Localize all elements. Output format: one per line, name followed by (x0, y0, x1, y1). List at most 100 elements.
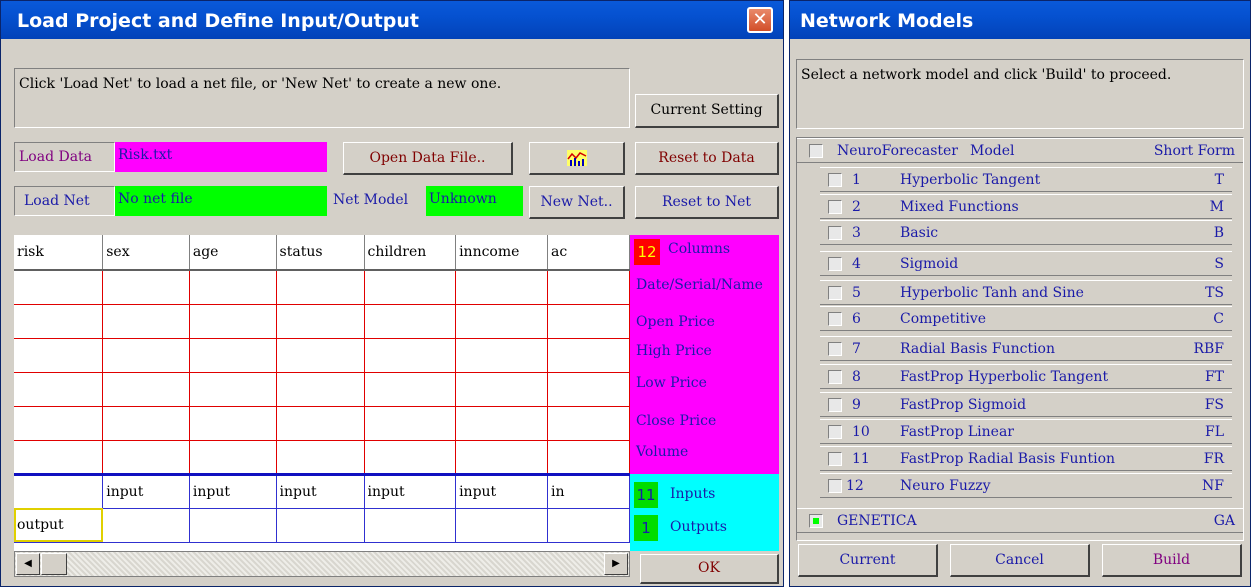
scroll-thumb[interactable] (41, 553, 67, 575)
model-checkbox[interactable] (828, 370, 842, 384)
model-item-11[interactable]: 11 FastProp Radial Basis Funtion FR (820, 446, 1232, 471)
reset-to-data-button[interactable]: Reset to Data (635, 142, 779, 175)
grid-cell[interactable] (364, 440, 457, 475)
model-checkbox[interactable] (828, 173, 842, 187)
io-cell[interactable] (189, 508, 277, 543)
grid-cell[interactable] (276, 440, 365, 475)
title-bar[interactable]: Network Models (790, 1, 1250, 39)
grid-cell[interactable] (364, 406, 457, 441)
grid-cell[interactable] (189, 304, 277, 339)
model-item-12[interactable]: 12 Neuro Fuzzy NF (820, 473, 1232, 498)
model-item-4[interactable]: 4 Sigmoid S (820, 251, 1232, 276)
grid-cell[interactable] (189, 372, 277, 407)
field-label-close[interactable]: Close Price (636, 413, 716, 429)
io-cell[interactable]: input (102, 472, 190, 509)
model-header-row[interactable]: NeuroForecaster Model Short Form (797, 138, 1243, 163)
horizontal-scrollbar[interactable]: ◀ ▶ (14, 551, 630, 577)
grid-cell[interactable] (102, 270, 190, 305)
model-checkbox[interactable] (828, 257, 842, 271)
data-grid[interactable]: risk sex age status children inncome ac … (14, 235, 630, 551)
model-checkbox[interactable] (828, 452, 842, 466)
field-label-open[interactable]: Open Price (636, 314, 715, 330)
grid-cell[interactable] (364, 304, 457, 339)
column-header[interactable]: risk (14, 235, 104, 271)
ok-button[interactable]: OK (640, 554, 779, 584)
grid-cell[interactable] (14, 406, 104, 441)
grid-cell[interactable] (276, 304, 365, 339)
io-cell[interactable]: in (547, 472, 630, 509)
column-header[interactable]: age (189, 235, 277, 271)
model-item-10[interactable]: 10 FastProp Linear FL (820, 419, 1232, 444)
reset-to-net-button[interactable]: Reset to Net (635, 186, 779, 219)
model-checkbox[interactable] (828, 286, 842, 300)
load-net-button[interactable]: Load Net (14, 186, 115, 216)
field-label-low[interactable]: Low Price (636, 375, 707, 391)
io-cell[interactable] (102, 508, 190, 543)
grid-cell[interactable] (455, 338, 548, 373)
io-cell[interactable]: input (364, 472, 457, 509)
column-header[interactable]: inncome (455, 235, 548, 271)
chart-button[interactable] (529, 142, 625, 175)
io-cell[interactable]: output (14, 508, 104, 543)
scroll-right-icon[interactable]: ▶ (604, 553, 628, 575)
grid-cell[interactable] (547, 440, 630, 475)
load-data-label[interactable]: Load Data (14, 142, 115, 172)
grid-cell[interactable] (364, 338, 457, 373)
io-cell[interactable] (14, 472, 104, 509)
scroll-left-icon[interactable]: ◀ (16, 553, 40, 575)
grid-cell[interactable] (364, 270, 457, 305)
grid-cell[interactable] (276, 406, 365, 441)
model-checkbox[interactable] (828, 479, 842, 493)
io-cell[interactable] (547, 508, 630, 543)
grid-cell[interactable] (276, 372, 365, 407)
model-checkbox[interactable] (828, 226, 842, 240)
io-cell[interactable]: input (276, 472, 365, 509)
current-button[interactable]: Current (798, 544, 938, 577)
grid-cell[interactable] (547, 270, 630, 305)
header-checkbox[interactable] (809, 144, 823, 158)
grid-cell[interactable] (14, 372, 104, 407)
current-setting-button[interactable]: Current Setting (635, 94, 779, 128)
grid-cell[interactable] (14, 270, 104, 305)
grid-cell[interactable] (14, 304, 104, 339)
model-item-1[interactable]: 1 Hyperbolic Tangent T (820, 167, 1232, 192)
io-cell[interactable]: input (455, 472, 548, 509)
grid-cell[interactable] (102, 372, 190, 407)
column-header[interactable]: status (276, 235, 365, 271)
grid-cell[interactable] (455, 406, 548, 441)
grid-cell[interactable] (102, 338, 190, 373)
grid-cell[interactable] (102, 304, 190, 339)
model-checkbox[interactable] (828, 398, 842, 412)
column-header[interactable]: sex (102, 235, 190, 271)
io-cell[interactable] (364, 508, 457, 543)
genetica-checkbox[interactable] (809, 514, 823, 528)
grid-cell[interactable] (455, 372, 548, 407)
title-bar[interactable]: Load Project and Define Input/Output ✕ (1, 1, 783, 39)
grid-cell[interactable] (189, 406, 277, 441)
genetica-row[interactable]: GENETICA GA (797, 508, 1243, 533)
grid-cell[interactable] (547, 406, 630, 441)
column-header[interactable]: ac (547, 235, 630, 271)
grid-cell[interactable] (189, 338, 277, 373)
model-item-3[interactable]: 3 Basic B (820, 220, 1232, 245)
column-header[interactable]: children (364, 235, 457, 271)
grid-cell[interactable] (547, 304, 630, 339)
grid-cell[interactable] (547, 338, 630, 373)
grid-cell[interactable] (102, 406, 190, 441)
grid-cell[interactable] (455, 440, 548, 475)
model-item-5[interactable]: 5 Hyperbolic Tanh and Sine TS (820, 280, 1232, 305)
io-cell[interactable]: input (189, 472, 277, 509)
model-item-6[interactable]: 6 Competitive C (820, 306, 1232, 331)
open-data-file-button[interactable]: Open Data File.. (343, 142, 513, 175)
grid-cell[interactable] (364, 372, 457, 407)
model-checkbox[interactable] (828, 425, 842, 439)
io-cell[interactable] (276, 508, 365, 543)
cancel-button[interactable]: Cancel (950, 544, 1090, 577)
io-cell[interactable] (455, 508, 548, 543)
grid-cell[interactable] (455, 304, 548, 339)
field-label-date[interactable]: Date/Serial/Name (636, 277, 763, 293)
close-icon[interactable]: ✕ (747, 7, 773, 33)
grid-cell[interactable] (102, 440, 190, 475)
field-label-high[interactable]: High Price (636, 343, 712, 359)
grid-cell[interactable] (14, 338, 104, 373)
